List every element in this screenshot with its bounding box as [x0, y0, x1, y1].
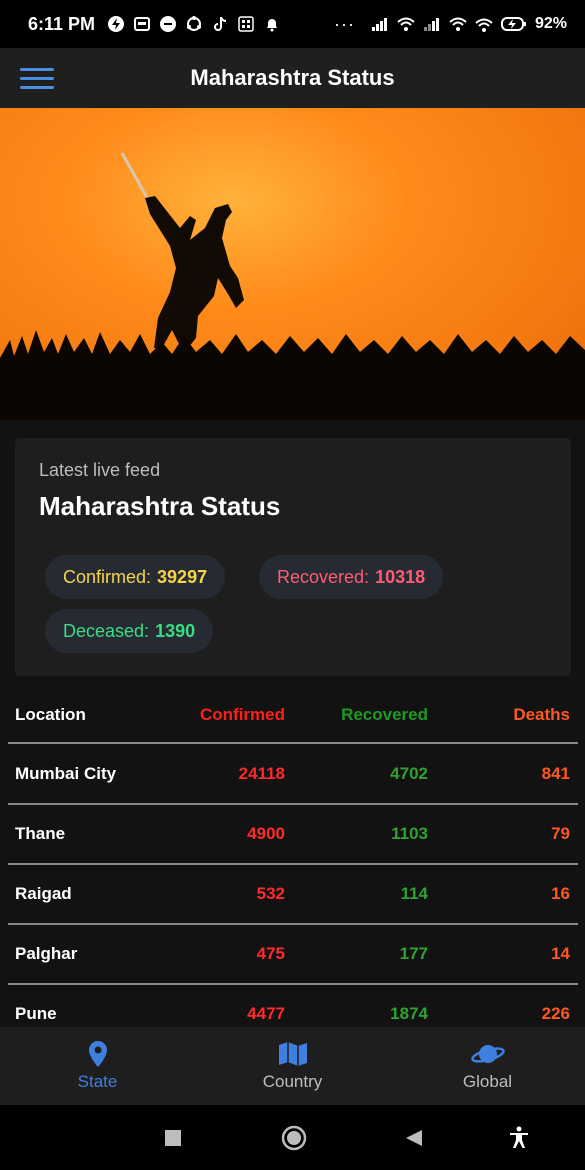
- map-icon: [278, 1042, 307, 1066]
- notification-icons: [107, 15, 281, 33]
- table-row[interactable]: Raigad 532 114 16: [8, 865, 578, 925]
- status-bar: 6:11 PM ··· 92%: [0, 0, 585, 48]
- header-recovered: Recovered: [341, 705, 428, 724]
- row-location: Thane: [15, 824, 66, 843]
- table-row[interactable]: Palghar 475 177 14: [8, 925, 578, 985]
- row-confirmed: 24118: [238, 764, 285, 783]
- home-circle-icon[interactable]: [281, 1125, 307, 1151]
- recovered-chip-label: Recovered:: [277, 566, 370, 587]
- table-row[interactable]: Thane 4900 1103 79: [8, 805, 578, 865]
- bottom-navigation: State Country Global: [0, 1027, 585, 1105]
- app-grid-icon: [237, 15, 255, 33]
- signal-icon: [371, 15, 389, 33]
- row-recovered: 1874: [390, 1004, 428, 1023]
- row-recovered: 177: [399, 944, 428, 963]
- row-confirmed: 4477: [247, 1004, 285, 1023]
- confirmed-chip: Confirmed: 39297: [45, 555, 226, 599]
- confirmed-chip-value: 39297: [157, 566, 208, 587]
- deceased-chip-label: Deceased:: [63, 620, 150, 641]
- planet-icon: [470, 1045, 505, 1063]
- table-row[interactable]: Mumbai City 24118 4702 841: [8, 745, 578, 805]
- more-notifications-icon: ···: [333, 13, 355, 34]
- nav-country-label: Country: [262, 1072, 323, 1091]
- table-header: Location Confirmed Recovered Deaths: [8, 686, 578, 744]
- header-location: Location: [15, 705, 86, 724]
- app-bar: Maharashtra Status: [0, 48, 585, 108]
- recents-square-icon[interactable]: [160, 1125, 186, 1151]
- row-deaths: 226: [541, 1004, 570, 1023]
- page-title: Maharashtra Status: [190, 65, 395, 90]
- card-heading: Maharashtra Status: [39, 491, 281, 521]
- jio-icon: [159, 15, 177, 33]
- row-deaths: 14: [551, 944, 570, 963]
- recovered-chip-value: 10318: [375, 566, 426, 587]
- battery-percent: 92%: [534, 15, 567, 32]
- row-recovered: 1103: [391, 824, 428, 843]
- hero-image: [0, 108, 585, 420]
- status-time: 6:11 PM: [28, 13, 96, 34]
- hamburger-menu-icon[interactable]: [20, 68, 54, 90]
- nav-country[interactable]: Country: [195, 1027, 390, 1105]
- row-confirmed: 532: [256, 884, 285, 903]
- confirmed-chip-label: Confirmed:: [63, 566, 152, 587]
- recovered-chip: Recovered: 10318: [259, 555, 444, 599]
- nav-global-label: Global: [462, 1072, 513, 1091]
- row-deaths: 16: [551, 884, 570, 903]
- row-confirmed: 4900: [247, 824, 285, 843]
- signal-icon-2: [423, 15, 441, 33]
- row-deaths: 841: [541, 764, 570, 783]
- location-pin-icon: [88, 1041, 107, 1067]
- summary-card: Latest live feed Maharashtra Status Conf…: [15, 438, 571, 676]
- row-location: Pune: [15, 1004, 57, 1023]
- sync-icon: [185, 15, 203, 33]
- row-recovered: 4702: [390, 764, 428, 783]
- row-recovered: 114: [400, 884, 428, 903]
- row-location: Raigad: [15, 884, 72, 903]
- card-subtitle: Latest live feed: [39, 460, 161, 480]
- tiktok-icon: [211, 15, 229, 33]
- back-triangle-icon[interactable]: [401, 1125, 427, 1151]
- system-icons: ··· 92%: [334, 14, 567, 35]
- deceased-chip-value: 1390: [155, 620, 196, 641]
- header-deaths: Deaths: [513, 705, 570, 724]
- system-navigation-bar: [0, 1105, 585, 1170]
- header-confirmed: Confirmed: [200, 705, 285, 724]
- nav-global[interactable]: Global: [390, 1027, 585, 1105]
- row-deaths: 79: [551, 824, 570, 843]
- accessibility-icon[interactable]: [506, 1125, 532, 1151]
- wifi-icon-2: [449, 15, 467, 33]
- table-row[interactable]: Pune 4477 1874 226: [8, 985, 578, 1027]
- nav-state[interactable]: State: [0, 1027, 195, 1105]
- row-location: Palghar: [15, 944, 78, 963]
- message-icon: [133, 15, 151, 33]
- row-confirmed: 475: [256, 944, 285, 963]
- battery-charging-icon: [500, 15, 527, 33]
- lightning-icon: [107, 15, 125, 33]
- deceased-chip: Deceased: 1390: [45, 609, 214, 653]
- wifi-icon: [397, 15, 415, 33]
- row-location: Mumbai City: [15, 764, 117, 783]
- hotspot-wifi-icon: [475, 15, 493, 33]
- nav-state-label: State: [77, 1072, 118, 1091]
- horse-rider-silhouette-image: [0, 152, 585, 420]
- bell-icon: [263, 15, 281, 33]
